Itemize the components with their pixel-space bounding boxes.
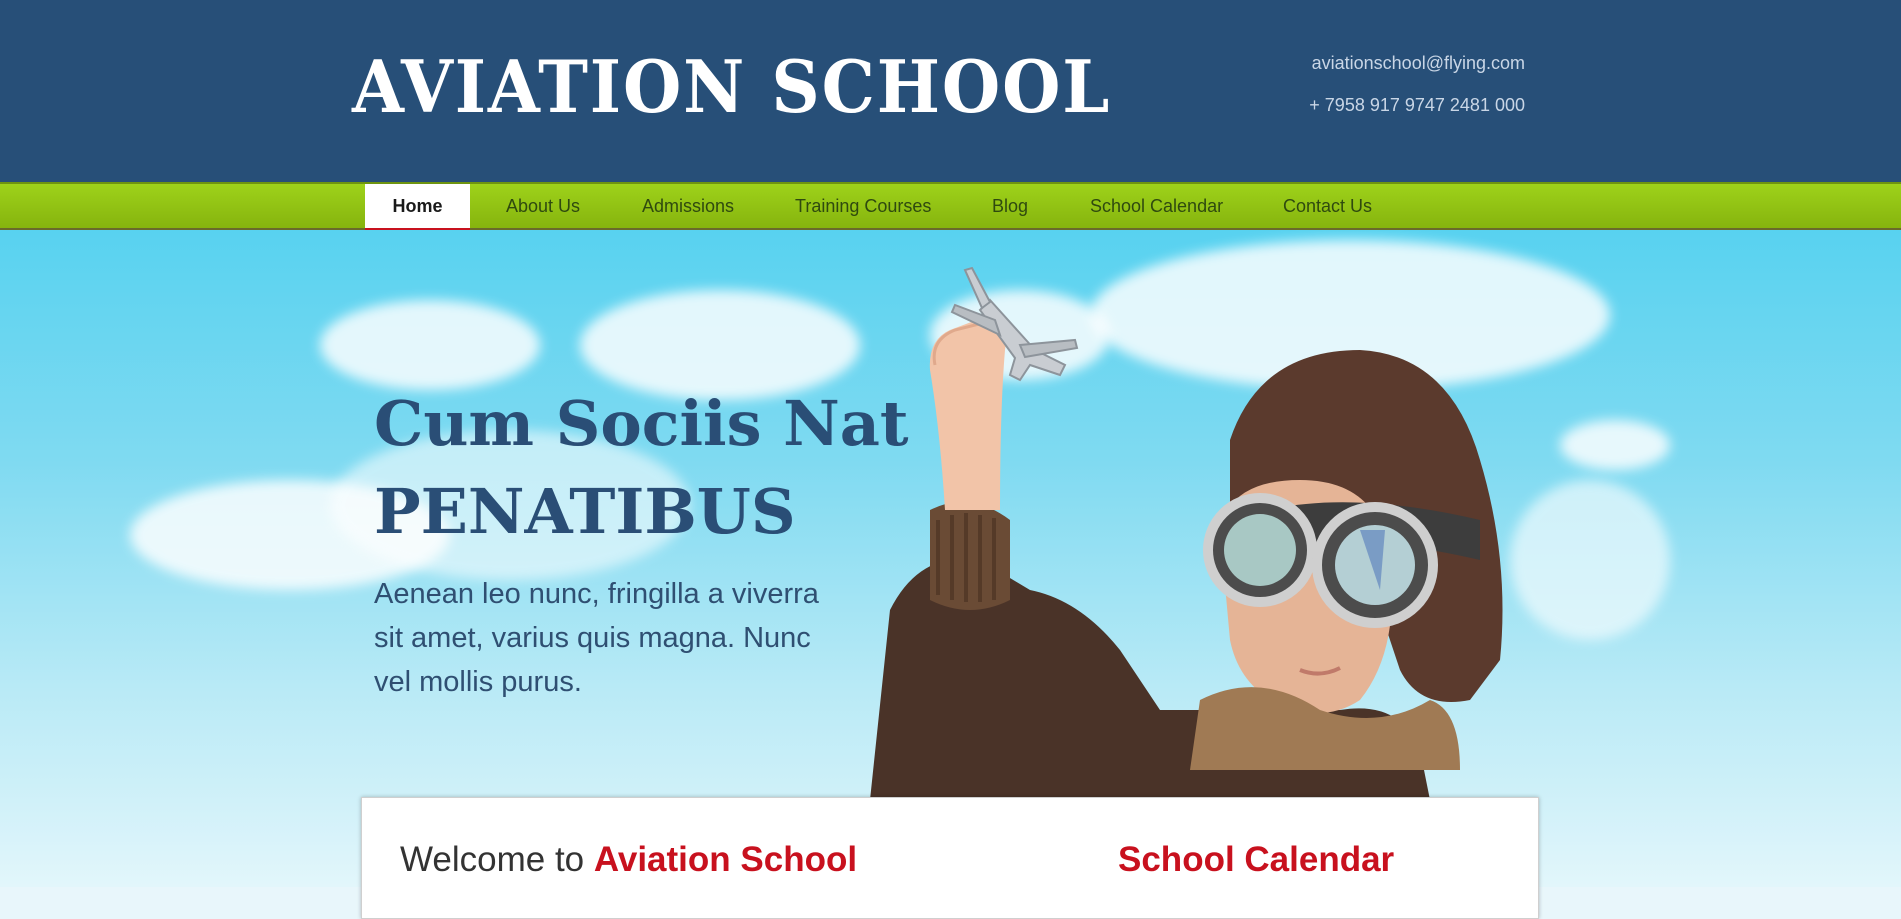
content-panel: Welcome to Aviation School School Calend… — [361, 797, 1539, 919]
school-calendar-heading: School Calendar — [1118, 840, 1395, 879]
hero-title-line2: PENATIBUS — [374, 475, 796, 548]
cloud-shape — [320, 300, 540, 390]
contact-email[interactable]: aviationschool@flying.com — [1312, 53, 1525, 74]
nav-item-about-us[interactable]: About Us — [506, 184, 580, 228]
welcome-accent: Aviation School — [593, 840, 858, 879]
nav-item-school-calendar[interactable]: School Calendar — [1090, 184, 1223, 228]
contact-phone: + 7958 917 9747 2481 000 — [1309, 95, 1525, 115]
hero-title: Cum Sociis Nat PENATIBUS — [374, 380, 934, 556]
nav-item-admissions[interactable]: Admissions — [642, 184, 734, 228]
nav-item-training-courses[interactable]: Training Courses — [795, 184, 931, 228]
site-logo[interactable]: AVIATION SCHOOL — [352, 42, 1111, 132]
pilot-child-illustration — [870, 266, 1503, 800]
nav-item-contact-us[interactable]: Contact Us — [1283, 184, 1372, 228]
hero-description: Aenean leo nunc, fringilla a viverra sit… — [374, 578, 819, 698]
hero-banner: Cum Sociis Nat PENATIBUS Aenean leo nunc… — [0, 230, 1901, 887]
hero-title-line1: Cum Sociis Nat — [374, 387, 909, 460]
welcome-heading: Welcome to Aviation School — [400, 840, 857, 880]
site-header: AVIATION SCHOOL aviationschool@flying.co… — [0, 0, 1901, 182]
main-nav: Home About Us Admissions Training Course… — [0, 182, 1901, 235]
cloud-shape — [1560, 420, 1670, 470]
nav-item-home[interactable]: Home — [365, 184, 470, 235]
welcome-prefix: Welcome to — [400, 840, 585, 879]
nav-item-blog[interactable]: Blog — [992, 184, 1028, 228]
